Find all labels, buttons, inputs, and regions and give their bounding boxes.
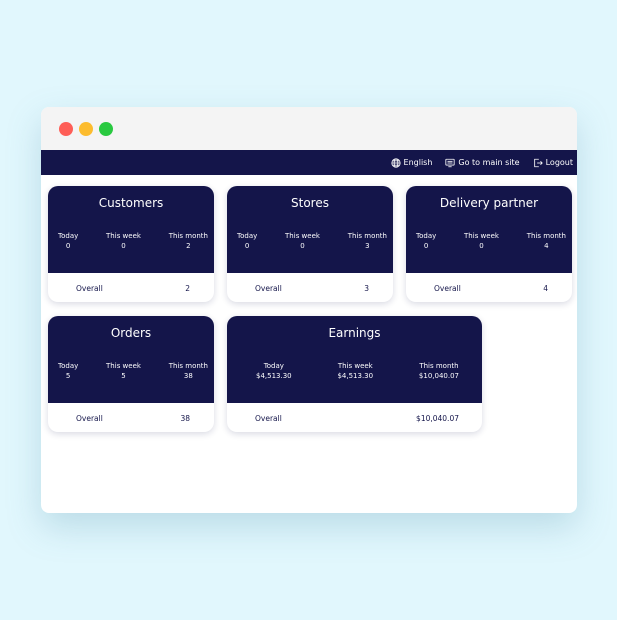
overall-label: Overall [255,414,282,423]
overall-value: 2 [185,284,190,293]
card-stats: Today 5 This week 5 This month 38 [48,361,214,381]
card-title: Earnings [328,326,381,340]
stat-label: Today [237,232,258,240]
stat-label: This week [106,232,141,240]
stat-this-month: This month 4 [527,231,566,251]
stat-this-month: This month 3 [348,231,387,251]
card-overall-row: Overall 4 [406,273,572,302]
stat-value: 38 [183,372,193,380]
stat-this-week: This week 0 [285,231,320,251]
minimize-window-button[interactable] [79,122,93,136]
delivery-partner-card: Delivery partner Today 0 This week 0 Thi… [406,186,572,302]
stat-value: 2 [186,242,191,250]
stat-value: $10,040.07 [418,372,459,380]
overall-value: 4 [543,284,548,293]
stat-value: 0 [65,242,71,250]
overall-label: Overall [76,284,103,293]
maximize-window-button[interactable] [99,122,113,136]
stat-value: 4 [544,242,549,250]
stat-value: 0 [300,242,305,250]
globe-icon [390,157,401,168]
stat-today: Today 5 [58,361,78,381]
stat-today: Today $4,513.30 [256,361,292,381]
stat-value: 3 [365,242,370,250]
stat-label: This month [526,232,566,240]
monitor-icon [445,158,455,167]
stat-label: Today [58,362,79,370]
stat-today: Today 0 [58,231,78,251]
stat-label: Today [416,232,437,240]
card-overall-row: Overall 38 [48,403,214,432]
stat-label: This month [168,232,208,240]
stat-value: 0 [479,242,484,250]
close-window-button[interactable] [59,122,73,136]
card-title: Orders [110,326,152,340]
card-stats: Today 0 This week 0 This month 3 [227,231,393,251]
stat-this-month: This month $10,040.07 [419,361,459,381]
overall-value: $10,040.07 [416,414,459,423]
card-title: Customers [98,196,164,210]
language-selector[interactable]: English [390,157,433,168]
stat-this-week: This week 0 [464,231,499,251]
card-header: Stores Today 0 This week 0 This month 3 [227,186,393,273]
browser-window: English Go to main site Logout Customers [41,107,577,513]
overall-value: 38 [180,414,190,423]
stat-label: This week [337,362,373,370]
overall-label: Overall [434,284,461,293]
card-stats: Today 0 This week 0 This month 4 [406,231,572,251]
stat-this-week: This week $4,513.30 [337,361,373,381]
overall-value: 3 [364,284,369,293]
window-titlebar [41,107,577,150]
stat-label: This week [464,232,499,240]
logout-icon [533,158,543,167]
language-label: English [403,158,433,167]
stat-value: $4,513.30 [256,372,292,380]
main-site-label: Go to main site [458,158,520,167]
stat-value: $4,513.30 [337,372,374,380]
stat-label: This week [106,362,141,370]
card-header: Orders Today 5 This week 5 This month 38 [48,316,214,403]
card-stats: Today $4,513.30 This week $4,513.30 This… [227,361,482,381]
stat-label: Today [263,362,284,370]
top-navbar: English Go to main site Logout [41,150,577,175]
stat-today: Today 0 [416,231,436,251]
card-title: Stores [291,196,329,210]
stat-value: 0 [121,242,126,250]
logout-link[interactable]: Logout [533,158,573,168]
stat-today: Today 0 [237,231,257,251]
overall-label: Overall [255,284,282,293]
go-to-main-site-link[interactable]: Go to main site [445,158,520,168]
card-title: Delivery partner [439,196,539,210]
stat-value: 0 [244,242,250,250]
customers-card: Customers Today 0 This week 0 This month… [48,186,214,302]
stat-this-week: This week 5 [106,361,141,381]
stat-label: This month [419,362,459,370]
card-header: Earnings Today $4,513.30 This week $4,51… [227,316,482,403]
card-header: Delivery partner Today 0 This week 0 Thi… [406,186,572,273]
card-overall-row: Overall 2 [48,273,214,302]
card-overall-row: Overall 3 [227,273,393,302]
stat-label: This month [347,232,387,240]
stat-value: 5 [65,372,71,380]
stat-this-month: This month 38 [169,361,208,381]
stat-label: Today [58,232,79,240]
stat-this-week: This week 0 [106,231,141,251]
card-header: Customers Today 0 This week 0 This month… [48,186,214,273]
stat-label: This month [168,362,208,370]
card-overall-row: Overall $10,040.07 [227,403,482,432]
orders-card: Orders Today 5 This week 5 This month 38… [48,316,214,432]
stat-this-month: This month 2 [169,231,208,251]
stat-value: 5 [121,372,126,380]
stat-value: 0 [423,242,429,250]
logout-label: Logout [545,158,573,167]
overall-label: Overall [76,414,103,423]
earnings-card: Earnings Today $4,513.30 This week $4,51… [227,316,482,432]
card-stats: Today 0 This week 0 This month 2 [48,231,214,251]
stores-card: Stores Today 0 This week 0 This month 3 … [227,186,393,302]
stat-label: This week [285,232,320,240]
